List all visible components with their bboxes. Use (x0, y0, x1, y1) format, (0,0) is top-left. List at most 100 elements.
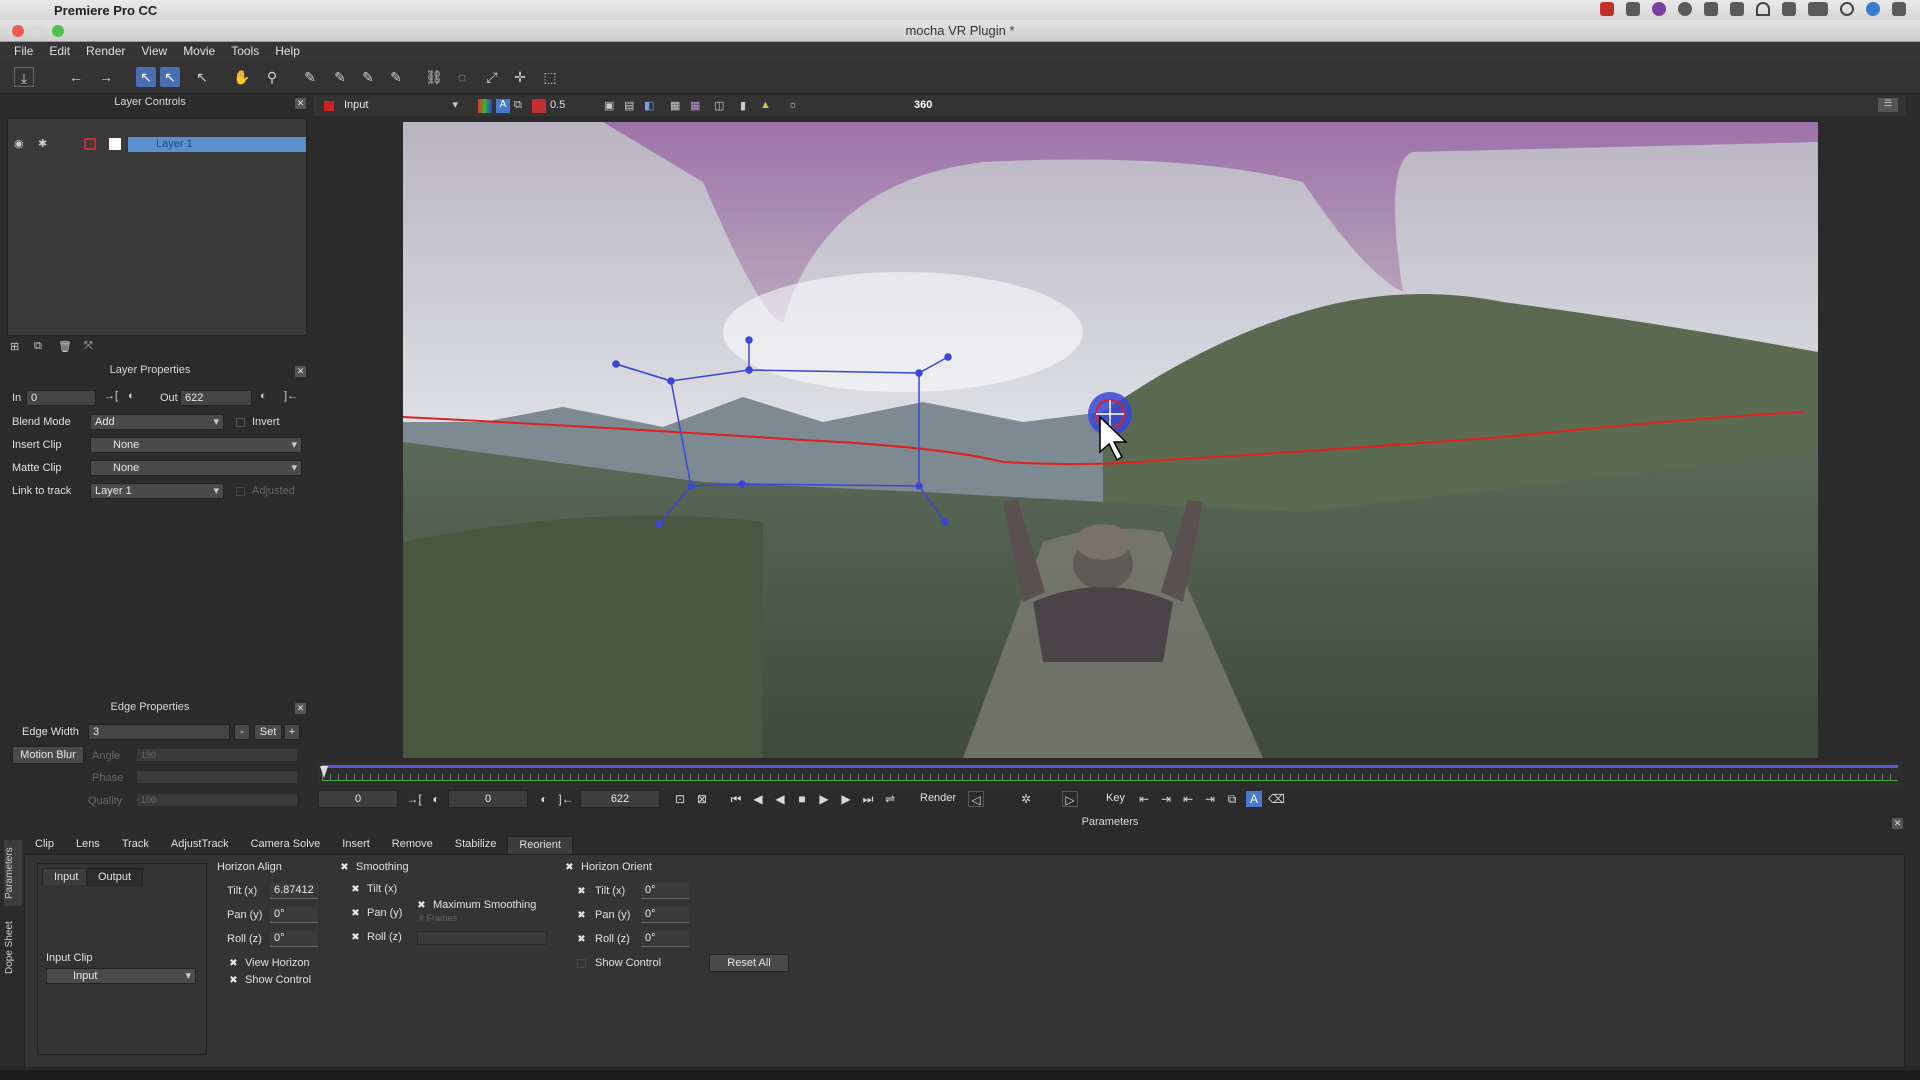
scale-tool-icon[interactable]: ⤢ (482, 67, 502, 87)
layer-matte-swatch[interactable] (109, 138, 121, 150)
align-roll-field[interactable]: 0° (270, 931, 318, 947)
close-parameters-icon[interactable]: ✕ (1892, 818, 1903, 829)
autokey-icon[interactable]: A (1246, 791, 1262, 807)
start-frame-field[interactable]: 0 (318, 790, 398, 808)
layer-color-swatch[interactable] (84, 138, 96, 150)
search-icon[interactable] (1840, 2, 1854, 16)
phase-field[interactable] (136, 770, 298, 784)
grid-view-icon[interactable]: ▦ (670, 99, 680, 112)
cloud-icon[interactable] (1678, 2, 1692, 16)
wifi-icon[interactable] (1756, 2, 1770, 16)
edge-width-set-button[interactable]: Set (254, 724, 282, 740)
menu-movie[interactable]: Movie (183, 44, 215, 58)
add-key-icon[interactable]: ⇥ (1158, 791, 1174, 807)
link-to-track-select[interactable]: Layer 1 (90, 483, 224, 499)
menu-view[interactable]: View (141, 44, 167, 58)
list-icon[interactable] (1892, 2, 1906, 16)
xspline-add-tool-icon[interactable]: ✎ (330, 67, 350, 87)
start-keyframe-icon[interactable]: ◐ (428, 791, 444, 807)
select-tool-icon[interactable]: ↖ (136, 67, 156, 87)
frames-field[interactable] (417, 931, 547, 945)
matte-clip-select[interactable]: None (90, 460, 302, 476)
close-window-button[interactable] (12, 25, 24, 37)
go-to-start-icon[interactable]: ⏮ (728, 791, 744, 807)
menu-tools[interactable]: Tools (231, 44, 259, 58)
xspline-tool-icon[interactable]: ✎ (300, 67, 320, 87)
grid-icon[interactable] (1626, 2, 1640, 16)
smooth-roll-checkbox[interactable]: ✖ (351, 933, 360, 943)
move-tool-icon[interactable]: ✛ (510, 67, 530, 87)
redo-icon[interactable]: → (96, 67, 116, 87)
minimize-window-button[interactable] (32, 25, 44, 37)
playhead[interactable] (320, 766, 328, 778)
blend-mode-select[interactable]: Add (90, 414, 224, 430)
alpha-channel-icon[interactable]: A (496, 99, 510, 113)
tab-clip[interactable]: Clip (24, 836, 65, 854)
play-forward-icon[interactable]: ▶ (816, 791, 832, 807)
step-forward-icon[interactable]: ▶ (838, 791, 854, 807)
timeline[interactable] (318, 762, 1902, 786)
out-keyframe-icon[interactable]: ◐ (260, 390, 267, 402)
save-icon[interactable]: ⤓ (14, 67, 34, 87)
airplay-icon[interactable] (1782, 2, 1796, 16)
add-point-tool-icon[interactable]: ↖ (192, 67, 212, 87)
smoothing-checkbox[interactable]: ✖ (340, 863, 349, 873)
siri-icon[interactable] (1866, 2, 1880, 16)
tab-insert[interactable]: Insert (331, 836, 381, 854)
tab-dope-sheet[interactable]: Dope Sheet (4, 916, 22, 980)
expand-icon[interactable]: ⤧ (84, 340, 93, 353)
invert-checkbox[interactable] (236, 418, 245, 427)
orient-roll-field[interactable]: 0° (641, 931, 689, 947)
tab-adjusttrack[interactable]: AdjustTrack (160, 836, 240, 854)
edge-width-minus-button[interactable]: - (234, 724, 250, 740)
loop-icon[interactable]: ⇌ (882, 791, 898, 807)
orient-pan-field[interactable]: 0° (641, 907, 689, 923)
delete-key-icon[interactable]: ⇤ (1180, 791, 1196, 807)
menu-help[interactable]: Help (275, 44, 300, 58)
next-key-icon[interactable]: ⇥ (1202, 791, 1218, 807)
menu-file[interactable]: File (14, 44, 33, 58)
key-all-icon[interactable]: ⧉ (1224, 791, 1240, 807)
close-edge-properties-icon[interactable]: ✕ (295, 703, 306, 714)
app-name[interactable]: Premiere Pro CC (54, 3, 157, 18)
battery-icon[interactable] (1808, 2, 1828, 16)
out-field[interactable]: 622 (180, 390, 252, 406)
tab-lens[interactable]: Lens (65, 836, 111, 854)
sync-icon[interactable] (1652, 2, 1666, 16)
orient-pan-checkbox[interactable]: ✖ (577, 911, 586, 921)
track-view-icon[interactable]: ▮ (740, 99, 746, 112)
layer-name[interactable]: Layer 1 (128, 137, 306, 152)
overlay-icon[interactable]: ⧉ (514, 99, 522, 112)
in-keyframe-icon[interactable]: ◐ (128, 390, 135, 402)
duplicate-layer-icon[interactable]: ⧉ (34, 340, 42, 353)
orient-roll-checkbox[interactable]: ✖ (577, 935, 586, 945)
planar-view-icon[interactable]: ◧ (644, 99, 654, 112)
tab-camera-solve[interactable]: Camera Solve (240, 836, 332, 854)
edge-width-slider[interactable]: 3 (88, 724, 230, 740)
menu-edit[interactable]: Edit (49, 44, 70, 58)
go-to-end-icon[interactable]: ⏭ (860, 791, 876, 807)
max-smoothing-checkbox[interactable]: ✖ (417, 901, 426, 911)
set-in-icon[interactable]: →[ (104, 390, 118, 402)
layer-view-icon[interactable]: ▤ (624, 99, 634, 112)
viewer-menu-icon[interactable]: ☰ (1878, 98, 1898, 112)
zoom-tool-icon[interactable]: ⚲ (262, 67, 282, 87)
stabilize-view-icon[interactable]: ◫ (714, 99, 724, 112)
edge-width-plus-button[interactable]: + (284, 724, 300, 740)
reset-all-button[interactable]: Reset All (709, 954, 789, 972)
render-settings-icon[interactable]: ✲ (1018, 791, 1034, 807)
stop-icon[interactable]: ■ (794, 791, 810, 807)
surface-tool-icon[interactable]: ⬚ (540, 67, 560, 87)
render-forward-icon[interactable]: ▷ (1062, 791, 1078, 807)
fit-timeline-icon[interactable]: ⊠ (694, 791, 710, 807)
mesh-icon[interactable]: ▦ (690, 99, 700, 112)
menu-render[interactable]: Render (86, 44, 125, 58)
adjusted-checkbox[interactable] (236, 487, 245, 496)
prev-key-icon[interactable]: ⇤ (1136, 791, 1152, 807)
render-back-icon[interactable]: ◁ (968, 791, 984, 807)
dropbox-icon[interactable] (1704, 2, 1718, 16)
align-tilt-field[interactable]: 6.87412 (270, 883, 318, 899)
record-icon[interactable] (1600, 2, 1614, 16)
set-out-icon[interactable]: ]← (284, 390, 298, 402)
select-points-tool-icon[interactable]: ↖ (160, 67, 180, 87)
